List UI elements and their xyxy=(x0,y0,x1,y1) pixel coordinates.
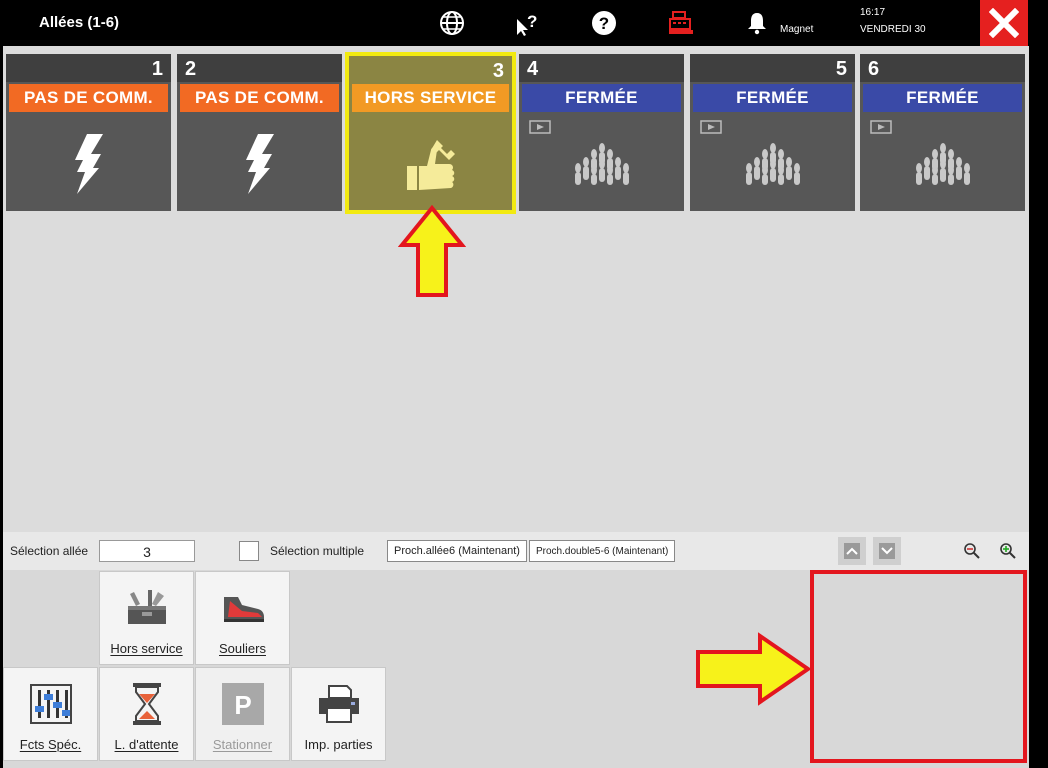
lane-status: FERMÉE xyxy=(522,84,681,112)
multiple-selection-checkbox[interactable] xyxy=(239,541,259,561)
chevron-up-icon xyxy=(844,543,860,559)
lane-status: PAS DE COMM. xyxy=(180,84,339,112)
lane-tile-2[interactable]: 2 PAS DE COMM. xyxy=(177,54,342,211)
print-games-button[interactable]: Imp. parties xyxy=(291,667,386,761)
shoe-icon xyxy=(196,584,289,632)
sliders-icon xyxy=(4,680,97,728)
annotation-arrow-right xyxy=(694,632,812,711)
hourglass-icon xyxy=(100,680,193,728)
next-double-button[interactable]: Proch.double5-6 (Maintenant) xyxy=(529,540,676,562)
lane-tile-5[interactable]: 5 FERMÉE xyxy=(690,54,855,211)
next-lane-button[interactable]: Proch.allée6 (Maintenant) xyxy=(387,540,527,562)
lightning-icon xyxy=(6,124,171,204)
shoes-button[interactable]: Souliers xyxy=(195,571,290,665)
magnet-label: Magnet xyxy=(780,24,814,35)
lane-number: 5 xyxy=(835,58,847,80)
lane-selection-label: Sélection allée xyxy=(10,544,89,558)
selection-bar: Sélection allée 3 Sélection multiple Pro… xyxy=(3,532,1029,570)
close-icon xyxy=(989,8,1019,38)
zoom-in-button[interactable] xyxy=(993,537,1023,565)
scroll-down-button[interactable] xyxy=(873,537,901,565)
clock-time: 16:17 xyxy=(860,7,886,18)
lane-status: HORS SERVICE xyxy=(352,84,509,112)
cash-register-icon[interactable] xyxy=(666,8,696,38)
clock-day: VENDREDI 30 xyxy=(860,24,926,35)
annotation-highlight-box xyxy=(810,570,1027,763)
top-bar: Allées (1-6) ? ? Magnet 16:17 VENDREDI 3… xyxy=(0,0,1048,46)
lane-number: 1 xyxy=(151,58,163,80)
tool-label: Fcts Spéc. xyxy=(19,737,82,752)
bowling-pins-icon xyxy=(519,124,684,204)
printer-icon xyxy=(292,680,385,728)
tool-label: Stationner xyxy=(212,737,273,752)
lane-number: 6 xyxy=(868,58,880,80)
parking-button[interactable]: P Stationner xyxy=(195,667,290,761)
tool-label: Hors service xyxy=(110,641,183,656)
bowling-pins-icon xyxy=(860,124,1025,204)
lane-status: FERMÉE xyxy=(863,84,1022,112)
svg-text:P: P xyxy=(234,690,251,720)
lane-number: 4 xyxy=(527,58,539,80)
lane-tile-4[interactable]: 4 FERMÉE xyxy=(519,54,684,211)
tool-label: L. d'attente xyxy=(114,737,179,752)
lane-selection-input[interactable]: 3 xyxy=(99,540,195,562)
waiting-list-button[interactable]: L. d'attente xyxy=(99,667,194,761)
thumbs-up-wrench-icon xyxy=(349,126,512,206)
parking-icon: P xyxy=(196,680,289,728)
multiple-selection-label: Sélection multiple xyxy=(270,544,365,558)
out-of-service-button[interactable]: Hors service xyxy=(99,571,194,665)
zoom-out-button[interactable] xyxy=(957,537,987,565)
toolbox-icon xyxy=(100,584,193,632)
bowling-pins-icon xyxy=(690,124,855,204)
tool-label: Souliers xyxy=(219,641,266,656)
lane-status: FERMÉE xyxy=(693,84,852,112)
special-functions-button[interactable]: Fcts Spéc. xyxy=(3,667,98,761)
globe-icon[interactable] xyxy=(437,8,467,38)
chevron-down-icon xyxy=(879,543,895,559)
lane-tile-6[interactable]: 6 FERMÉE xyxy=(860,54,1025,211)
zoom-out-icon xyxy=(964,543,980,559)
pointer-help-icon[interactable]: ? xyxy=(512,8,542,38)
lanes-area: 1 PAS DE COMM. 2 PAS DE COMM. 3 HORS SER… xyxy=(3,46,1029,532)
lane-status: PAS DE COMM. xyxy=(9,84,168,112)
annotation-arrow-up xyxy=(397,204,467,304)
page-title: Allées (1-6) xyxy=(39,14,120,31)
lane-number: 2 xyxy=(185,58,197,80)
scroll-up-button[interactable] xyxy=(838,537,866,565)
lightning-icon xyxy=(177,124,342,204)
lane-number: 3 xyxy=(492,60,504,82)
lane-tile-1[interactable]: 1 PAS DE COMM. xyxy=(6,54,171,211)
help-icon[interactable]: ? xyxy=(589,8,619,38)
svg-text:?: ? xyxy=(599,14,609,33)
close-button[interactable] xyxy=(980,0,1028,46)
tool-label: Imp. parties xyxy=(304,737,373,752)
svg-text:?: ? xyxy=(527,12,537,31)
lane-tile-3[interactable]: 3 HORS SERVICE xyxy=(345,52,516,214)
zoom-in-icon xyxy=(1000,543,1016,559)
bell-icon[interactable] xyxy=(742,8,772,38)
